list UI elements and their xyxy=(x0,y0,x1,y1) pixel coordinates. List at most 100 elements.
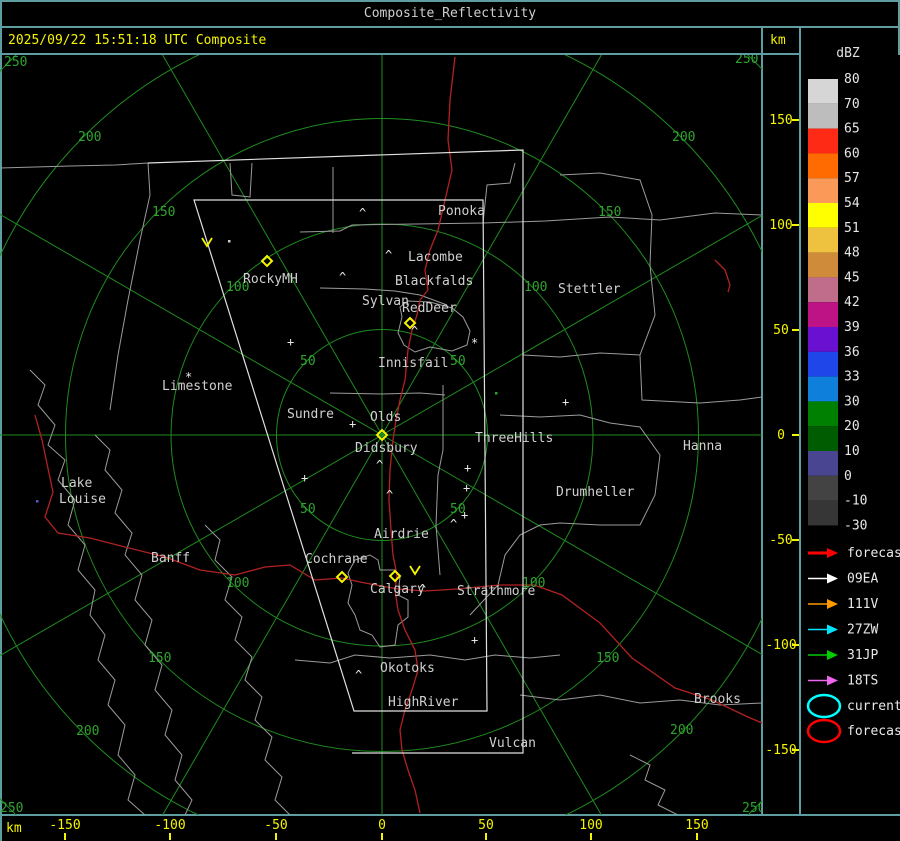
check-marker-icon xyxy=(409,565,421,576)
range-ring-label: 50 xyxy=(300,354,316,369)
colorbar-unit-label: dBZ xyxy=(836,46,860,61)
legend-arrowhead-icon xyxy=(827,573,838,584)
city-label: Ponoka xyxy=(438,204,485,219)
bottom-axis-tick-label: 50 xyxy=(478,818,494,833)
colorbar-swatch xyxy=(808,327,838,352)
city-label: Lake xyxy=(61,476,92,491)
map-symbol-marker: ^ xyxy=(359,206,366,220)
map-symbol-marker: ^ xyxy=(376,458,383,472)
radar-site-diamond-icon xyxy=(335,570,349,584)
county-boundary xyxy=(629,754,679,815)
legend-item-label: forecast xyxy=(847,724,900,739)
range-ring-label: 250 xyxy=(4,55,27,70)
legend-arrowhead-icon xyxy=(827,548,838,558)
range-ring-label: 200 xyxy=(78,130,101,145)
map-point-marker xyxy=(228,240,231,243)
colorbar-tick-label: 36 xyxy=(844,345,860,360)
city-label: Brooks xyxy=(694,692,741,707)
colorbar-tick-label: 54 xyxy=(844,196,860,211)
city-label: Blackfalds xyxy=(395,274,473,289)
map-symbol-marker: + xyxy=(301,471,308,485)
window-title-bar: Composite_Reflectivity xyxy=(0,0,900,26)
range-ring-label: 50 xyxy=(450,354,466,369)
county-boundary xyxy=(229,162,253,198)
map-point-marker xyxy=(36,500,39,503)
legend-item-label: forecast xyxy=(847,546,900,561)
city-label: Didsbury xyxy=(355,441,418,456)
city-label: Banff xyxy=(151,551,190,566)
city-label: Cochrane xyxy=(305,552,368,567)
map-point-marker xyxy=(495,392,498,395)
legend-panel: dBZ 80 70 65 60 57 54 51 48 45 42 39 36 33 30 20 10 0 -10 -… xyxy=(800,28,900,841)
bottom-distance-axis: km -150 -100 -50 0 50 100 150 xyxy=(0,815,800,841)
map-symbol-marker: + xyxy=(562,395,569,409)
bottom-axis-svg: km -150 -100 -50 0 50 100 150 xyxy=(6,818,709,840)
map-symbol-marker: + xyxy=(463,481,470,495)
colorbar-swatch xyxy=(808,103,838,129)
legend-svg: dBZ 80 70 65 60 57 54 51 48 45 42 39 36 33 30 20 10 0 -10 -… xyxy=(806,46,900,744)
radial-line xyxy=(381,215,762,436)
highway-line xyxy=(34,414,762,724)
right-axis-tick-label: -50 xyxy=(769,533,792,548)
colorbar-tick-label: 70 xyxy=(844,97,860,112)
colorbar-tick-label: 0 xyxy=(844,469,852,484)
city-label: Sundre xyxy=(287,407,334,422)
city-label: HighRiver xyxy=(388,695,459,710)
range-ring-label: 50 xyxy=(300,502,316,517)
bottom-axis-tick-label: 150 xyxy=(685,818,708,833)
colorbar-tick-label: -10 xyxy=(844,494,867,509)
map-symbol-marker: + xyxy=(471,633,478,647)
radial-line xyxy=(0,434,383,657)
legend-arrowhead-icon xyxy=(827,675,838,686)
city-label: Calgary xyxy=(370,582,425,597)
city-label: Lacombe xyxy=(408,250,463,265)
map-symbol-marker: ^ xyxy=(355,668,362,682)
range-ring-label: 150 xyxy=(148,651,171,666)
range-ring-label: 100 xyxy=(226,576,249,591)
legend-item-label: 111V xyxy=(847,597,878,612)
colorbar-tick-label: 10 xyxy=(844,444,860,459)
bottom-axis-tick-label: -50 xyxy=(264,818,287,833)
right-axis-svg: 150 100 50 0 -50 -100 -150 xyxy=(765,113,799,758)
range-ring-label: 150 xyxy=(596,651,619,666)
colorbar-swatch xyxy=(808,302,838,327)
radar-site-diamond-icon xyxy=(388,569,402,583)
colorbar-tick-label: 30 xyxy=(844,394,860,409)
county-boundary xyxy=(0,162,149,169)
map-symbol-marker: ^ xyxy=(450,517,457,531)
colorbar-tick-label: 48 xyxy=(844,246,860,261)
colorbar-tick-label: 20 xyxy=(844,419,860,434)
radar-map-display[interactable]: 50 100 150 200 250 50 100 150 200 250 50 100 150 200 5… xyxy=(0,55,762,815)
legend-item-label: 18TS xyxy=(847,674,878,689)
map-symbol-marker: ^ xyxy=(385,248,392,262)
city-label: Hanna xyxy=(683,439,722,454)
colorbar-swatch xyxy=(808,203,838,228)
bottom-axis-tick-label: 100 xyxy=(579,818,602,833)
colorbar-swatch xyxy=(808,475,838,501)
county-boundary xyxy=(329,392,446,396)
county-boundary xyxy=(482,162,516,224)
legend-arrowhead-icon xyxy=(827,599,838,609)
range-ring-label: 100 xyxy=(524,280,547,295)
right-axis-tick-label: -150 xyxy=(765,743,796,758)
county-boundary xyxy=(109,162,151,411)
legend-item-label: 31JP xyxy=(847,648,878,663)
map-symbol-marker: * xyxy=(471,336,478,350)
colorbar-swatch xyxy=(808,451,838,476)
county-boundary xyxy=(347,554,409,648)
colorbar-swatch xyxy=(808,376,838,402)
legend-arrowhead-icon xyxy=(827,650,838,660)
city-label: Limestone xyxy=(162,379,233,394)
right-axis-tick-label: 0 xyxy=(777,428,785,443)
map-symbol-marker: + xyxy=(464,461,471,475)
colorbar-swatch xyxy=(808,426,838,451)
colorbar-swatch xyxy=(808,252,838,278)
right-distance-axis: 150 100 50 0 -50 -100 -150 xyxy=(762,55,800,815)
legend-item-label: current xyxy=(847,699,900,714)
bottom-axis-tick-label: -150 xyxy=(49,818,80,833)
bottom-axis-tick-label: 0 xyxy=(378,818,386,833)
range-ring-label: 200 xyxy=(672,130,695,145)
county-boundary xyxy=(522,352,641,358)
right-axis-tick-label: 100 xyxy=(769,218,792,233)
colorbar-swatch xyxy=(808,79,838,104)
